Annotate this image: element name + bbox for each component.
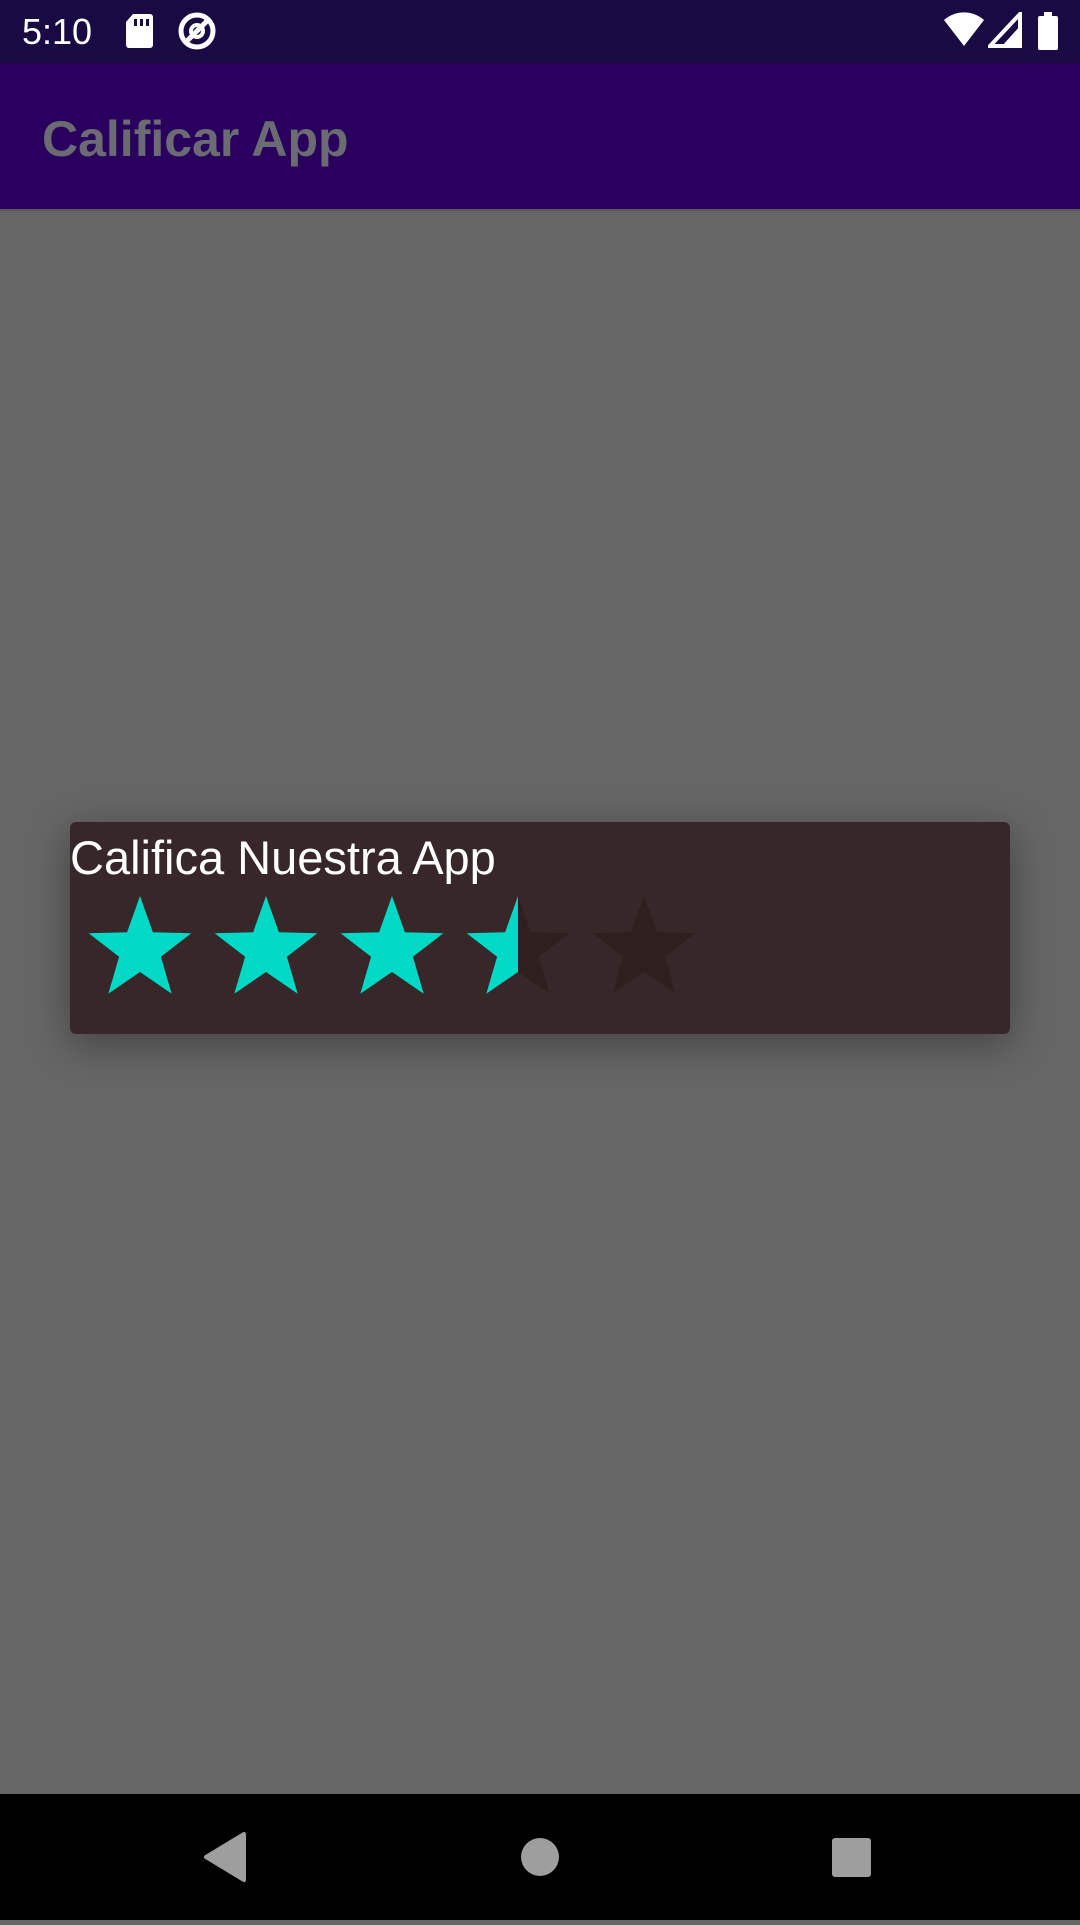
home-button[interactable] bbox=[470, 1794, 610, 1920]
status-bar: 5:10 bbox=[0, 0, 1080, 63]
navigation-bar bbox=[0, 1794, 1080, 1920]
recents-icon bbox=[832, 1838, 871, 1877]
rating-dialog: Califica Nuestra App bbox=[70, 822, 1010, 1034]
rating-star-4[interactable] bbox=[466, 896, 570, 994]
sd-card-icon bbox=[124, 12, 154, 50]
app-bar: Calificar App bbox=[0, 63, 1080, 210]
battery-icon bbox=[1038, 12, 1058, 50]
rating-star-1[interactable] bbox=[88, 896, 192, 994]
recents-button[interactable] bbox=[781, 1794, 921, 1920]
rating-star-5[interactable] bbox=[592, 896, 696, 994]
dialog-title: Califica Nuestra App bbox=[70, 831, 496, 884]
status-time: 5:10 bbox=[22, 11, 93, 52]
app-title: Calificar App bbox=[42, 111, 349, 167]
wifi-icon bbox=[944, 12, 984, 50]
home-icon bbox=[521, 1838, 559, 1876]
data-saver-icon bbox=[176, 10, 218, 50]
divider bbox=[0, 209, 1080, 211]
back-icon bbox=[204, 1832, 246, 1882]
rating-star-2[interactable] bbox=[214, 896, 318, 994]
rating-star-3[interactable] bbox=[340, 896, 444, 994]
signal-icon bbox=[985, 8, 1022, 50]
back-button[interactable] bbox=[156, 1794, 296, 1920]
rating-bar[interactable] bbox=[78, 892, 718, 1004]
